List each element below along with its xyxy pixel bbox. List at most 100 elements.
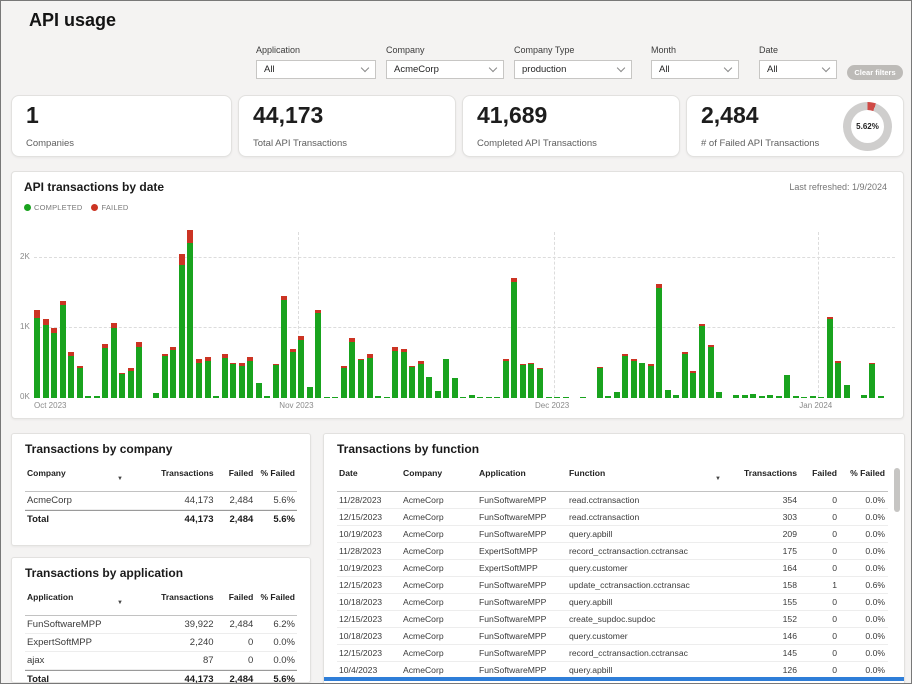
bar-day-53[interactable] xyxy=(477,397,483,398)
bar-day-59[interactable] xyxy=(528,363,534,398)
table-header-row[interactable]: CompanyTransactionsFailed% Failed▼ xyxy=(25,462,297,492)
bar-day-87[interactable] xyxy=(767,395,773,398)
bar-day-83[interactable] xyxy=(733,395,739,398)
bar-day-73[interactable] xyxy=(648,364,654,398)
bar-day-11[interactable] xyxy=(119,373,125,398)
bar-day-5[interactable] xyxy=(68,352,74,398)
bar-day-34[interactable] xyxy=(315,310,321,398)
bar-day-8[interactable] xyxy=(94,396,100,399)
filter-date-dropdown[interactable]: All xyxy=(759,60,837,79)
bar-day-93[interactable] xyxy=(818,397,824,398)
bar-day-86[interactable] xyxy=(759,396,765,398)
bar-day-54[interactable] xyxy=(486,397,492,398)
legend-item-completed[interactable]: COMPLETED xyxy=(24,203,82,212)
column-header-application[interactable]: Application xyxy=(25,589,124,605)
bar-day-48[interactable] xyxy=(435,391,441,398)
table-header-row[interactable]: DateCompanyApplicationFunctionTransactio… xyxy=(337,462,888,492)
bar-day-79[interactable] xyxy=(699,324,705,398)
bar-day-55[interactable] xyxy=(494,397,500,398)
bar-day-65[interactable] xyxy=(580,397,586,398)
bar-day-20[interactable] xyxy=(196,359,202,398)
bar-day-6[interactable] xyxy=(77,366,83,398)
bar-day-89[interactable] xyxy=(784,375,790,398)
column-header-failed[interactable]: Failed xyxy=(216,589,256,605)
bar-day-95[interactable] xyxy=(835,361,841,398)
bar-day-42[interactable] xyxy=(384,397,390,398)
bar-day-36[interactable] xyxy=(332,397,338,398)
bar-day-32[interactable] xyxy=(298,336,304,398)
bar-day-62[interactable] xyxy=(554,397,560,398)
bar-day-10[interactable] xyxy=(111,323,117,398)
table-row[interactable]: ExpertSoftMPP2,24000.0% xyxy=(25,634,297,652)
bar-day-43[interactable] xyxy=(392,347,398,398)
clear-filters-button[interactable]: Clear filters xyxy=(847,65,903,80)
bar-day-44[interactable] xyxy=(401,349,407,398)
table-row[interactable]: 11/28/2023AcmeCorpExpertSoftMPPrecord_cc… xyxy=(337,543,888,560)
bar-day-16[interactable] xyxy=(162,354,168,398)
bar-day-74[interactable] xyxy=(656,284,662,398)
bar-day-78[interactable] xyxy=(690,371,696,398)
bar-day-68[interactable] xyxy=(605,396,611,398)
bar-day-18[interactable] xyxy=(179,254,185,399)
column-header-transactions[interactable]: Transactions xyxy=(725,465,799,481)
filter-company-dropdown[interactable]: AcmeCorp xyxy=(386,60,504,79)
bar-day-91[interactable] xyxy=(801,397,807,398)
bar-day-71[interactable] xyxy=(631,359,637,398)
legend-item-failed[interactable]: FAILED xyxy=(91,203,128,212)
filter-application-dropdown[interactable]: All xyxy=(256,60,376,79)
bar-day-100[interactable] xyxy=(878,396,884,398)
column-header-company[interactable]: Company xyxy=(401,465,477,481)
column-header-transactions[interactable]: Transactions xyxy=(124,589,215,605)
bar-day-69[interactable] xyxy=(614,392,620,398)
bar-day-24[interactable] xyxy=(230,363,236,398)
bar-day-28[interactable] xyxy=(264,396,270,398)
bar-day-15[interactable] xyxy=(153,393,159,398)
bar-day-67[interactable] xyxy=(597,367,603,398)
bar-day-12[interactable] xyxy=(128,368,134,398)
bar-day-7[interactable] xyxy=(85,396,91,398)
vertical-scrollbar-thumb[interactable] xyxy=(894,468,900,512)
column-header-failed[interactable]: Failed xyxy=(216,465,256,481)
bar-day-94[interactable] xyxy=(827,317,833,398)
table-total-row[interactable]: Total44,1732,4845.6% xyxy=(25,670,297,684)
table-row[interactable]: AcmeCorp44,1732,4845.6% xyxy=(25,492,297,510)
bar-day-70[interactable] xyxy=(622,354,628,398)
bar-day-52[interactable] xyxy=(469,395,475,399)
bar-day-33[interactable] xyxy=(307,387,313,398)
bar-day-63[interactable] xyxy=(563,397,569,398)
column-header--failed[interactable]: % Failed xyxy=(255,465,297,481)
bar-day-77[interactable] xyxy=(682,352,688,398)
bar-day-13[interactable] xyxy=(136,342,142,398)
bar-day-23[interactable] xyxy=(222,354,228,398)
table-row[interactable]: FunSoftwareMPP39,9222,4846.2% xyxy=(25,616,297,634)
column-header-failed[interactable]: Failed xyxy=(799,465,839,481)
bar-day-99[interactable] xyxy=(869,363,875,398)
bar-day-88[interactable] xyxy=(776,396,782,398)
bar-day-3[interactable] xyxy=(51,328,57,399)
table-row[interactable]: 12/15/2023AcmeCorpFunSoftwareMPPread.cct… xyxy=(337,509,888,526)
bar-day-80[interactable] xyxy=(708,345,714,398)
bar-day-39[interactable] xyxy=(358,359,364,398)
bar-day-84[interactable] xyxy=(742,395,748,398)
bar-day-9[interactable] xyxy=(102,344,108,398)
bar-day-27[interactable] xyxy=(256,383,262,399)
table-row[interactable]: 10/19/2023AcmeCorpExpertSoftMPPquery.cus… xyxy=(337,560,888,577)
bar-day-57[interactable] xyxy=(511,278,517,398)
bar-day-1[interactable] xyxy=(34,310,40,398)
bar-day-29[interactable] xyxy=(273,364,279,398)
table-row[interactable]: 12/15/2023AcmeCorpFunSoftwareMPPrecord_c… xyxy=(337,645,888,662)
column-header-transactions[interactable]: Transactions xyxy=(124,465,215,481)
filter-company-type-dropdown[interactable]: production xyxy=(514,60,632,79)
table-header-row[interactable]: ApplicationTransactionsFailed% Failed▼ xyxy=(25,586,297,616)
bar-day-35[interactable] xyxy=(324,397,330,398)
filter-month-dropdown[interactable]: All xyxy=(651,60,739,79)
bar-day-81[interactable] xyxy=(716,392,722,398)
column-header--failed[interactable]: % Failed xyxy=(255,589,297,605)
bar-day-58[interactable] xyxy=(520,364,526,398)
bar-day-26[interactable] xyxy=(247,357,253,398)
bar-day-49[interactable] xyxy=(443,359,449,398)
bar-day-30[interactable] xyxy=(281,296,287,398)
bar-day-56[interactable] xyxy=(503,359,509,398)
bar-day-46[interactable] xyxy=(418,361,424,398)
bar-day-22[interactable] xyxy=(213,396,219,398)
